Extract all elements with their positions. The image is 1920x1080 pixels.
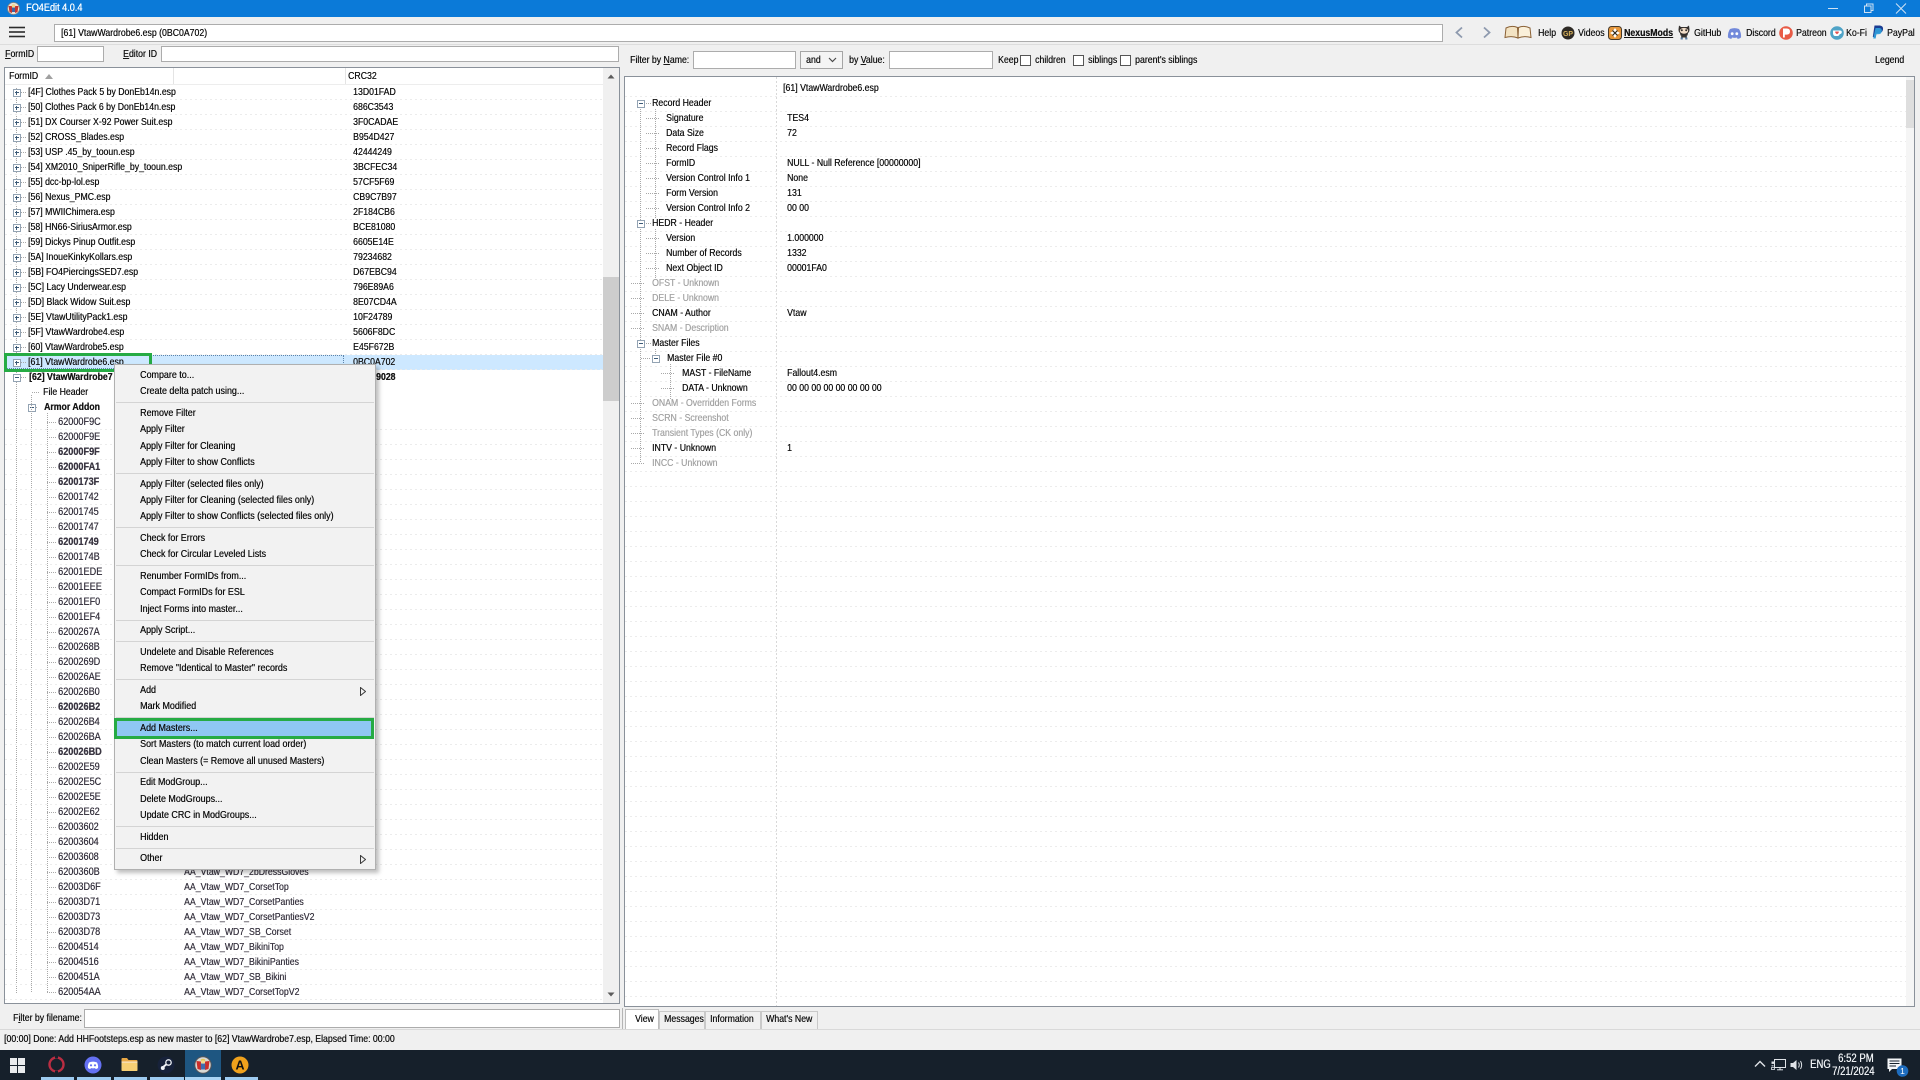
svg-text:A: A (235, 1058, 244, 1072)
svg-text:GP: GP (1563, 31, 1573, 38)
svg-text:1: 1 (1900, 1066, 1905, 1076)
